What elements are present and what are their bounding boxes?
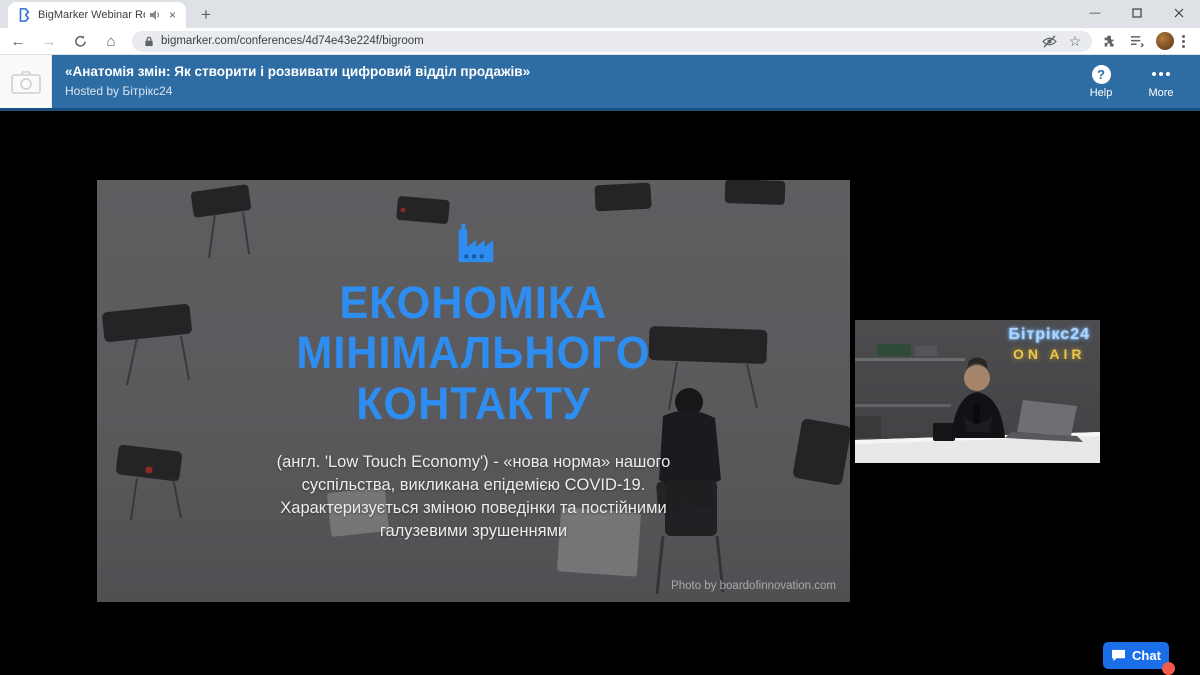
slide-subtitle: (англ. 'Low Touch Economy') - «нова норм… — [277, 451, 671, 543]
slide-title-line-3: КОНТАКТУ — [296, 379, 650, 429]
tab-audio-icon[interactable] — [149, 9, 161, 21]
window-close-button[interactable] — [1158, 0, 1200, 26]
camera-icon — [11, 70, 41, 94]
webinar-stage: ЕКОНОМІКА МІНІМАЛЬНОГО КОНТАКТУ (англ. '… — [0, 111, 1200, 675]
tab-title: BigMarker Webinar Room — [38, 9, 145, 21]
slide-subtitle-line-3: Характеризується зміною поведінки та пос… — [277, 497, 671, 520]
puzzle-icon — [1102, 34, 1117, 49]
more-button[interactable]: More — [1140, 65, 1182, 99]
home-button[interactable]: ⌂ — [98, 30, 124, 52]
close-icon — [1174, 8, 1184, 18]
help-label: Help — [1090, 87, 1113, 99]
chat-label: Chat — [1132, 648, 1161, 663]
maximize-icon — [1132, 8, 1142, 18]
presenter-video-feed[interactable]: Бітрікс24 ON AIR — [855, 320, 1100, 463]
reading-list-icon[interactable] — [1126, 30, 1148, 52]
back-button[interactable]: ← — [5, 30, 31, 52]
header-actions: ? Help More — [1080, 55, 1200, 108]
webinar-header-texts: «Анатомія змін: Як створити і розвивати … — [52, 55, 1080, 108]
url-field[interactable]: bigmarker.com/conferences/4d74e43e224f/b… — [132, 31, 1092, 52]
slide-subtitle-line-2: суспільства, викликана епідемією COVID-1… — [277, 474, 671, 497]
window-controls: — — [1074, 0, 1200, 26]
camera-tile[interactable] — [0, 55, 52, 108]
neon-bitrix24: Бітрікс24 — [1009, 326, 1091, 344]
media-blocked-icon[interactable] — [1040, 33, 1058, 49]
address-bar: ← → ⌂ bigmarker.com/conferences/4d74e43e… — [0, 28, 1200, 55]
chat-button[interactable]: Chat — [1103, 642, 1169, 669]
tab-bigmarker[interactable]: BigMarker Webinar Room × — [8, 2, 186, 28]
extensions-puzzle-icon[interactable] — [1098, 30, 1120, 52]
lock-icon[interactable] — [144, 36, 154, 47]
slide-content: ЕКОНОМІКА МІНІМАЛЬНОГО КОНТАКТУ (англ. '… — [97, 180, 850, 602]
new-tab-button[interactable]: + — [194, 3, 218, 27]
bookmark-star-icon[interactable]: ☆ — [1066, 33, 1084, 49]
webinar-host: Hosted by Бітрікс24 — [65, 84, 1080, 98]
webinar-title: «Анатомія змін: Як створити і розвивати … — [65, 64, 1080, 79]
browser-window: BigMarker Webinar Room × + — ← → ⌂ — [0, 0, 1200, 675]
photo-credit: Photo by boardofinnovation.com — [671, 580, 836, 592]
tab-close-icon[interactable]: × — [165, 8, 180, 23]
neon-sign: Бітрікс24 ON AIR — [1009, 326, 1091, 362]
help-icon: ? — [1092, 65, 1111, 84]
url-text[interactable]: bigmarker.com/conferences/4d74e43e224f/b… — [161, 35, 1032, 47]
reload-icon — [74, 35, 87, 48]
browser-menu-icon[interactable] — [1182, 35, 1185, 48]
neon-on-air: ON AIR — [1009, 346, 1091, 362]
profile-avatar[interactable] — [1156, 32, 1174, 50]
factory-icon — [451, 220, 497, 266]
slide-title-line-2: МІНІМАЛЬНОГО — [296, 328, 650, 378]
webinar-header: «Анатомія змін: Як створити і розвивати … — [0, 55, 1200, 111]
presentation-slide[interactable]: ЕКОНОМІКА МІНІМАЛЬНОГО КОНТАКТУ (англ. '… — [97, 180, 850, 602]
slide-subtitle-line-4: галузевими зрушеннями — [277, 520, 671, 543]
tab-strip: BigMarker Webinar Room × + — — [0, 0, 1200, 28]
chat-bubble-icon — [1111, 649, 1126, 662]
chat-notification-dot — [1162, 662, 1175, 675]
more-label: More — [1148, 87, 1173, 99]
reload-button[interactable] — [67, 30, 93, 52]
bigmarker-favicon — [17, 8, 31, 22]
slide-subtitle-line-1: (англ. 'Low Touch Economy') - «нова норм… — [277, 451, 671, 474]
slide-title: ЕКОНОМІКА МІНІМАЛЬНОГО КОНТАКТУ — [296, 278, 650, 429]
list-icon — [1130, 35, 1145, 48]
window-maximize-button[interactable] — [1116, 0, 1158, 26]
window-minimize-button[interactable]: — — [1074, 0, 1116, 26]
eye-slash-icon — [1042, 35, 1057, 48]
slide-title-line-1: ЕКОНОМІКА — [296, 278, 650, 328]
more-icon — [1152, 65, 1170, 84]
help-button[interactable]: ? Help — [1080, 65, 1122, 99]
forward-button[interactable]: → — [36, 30, 62, 52]
